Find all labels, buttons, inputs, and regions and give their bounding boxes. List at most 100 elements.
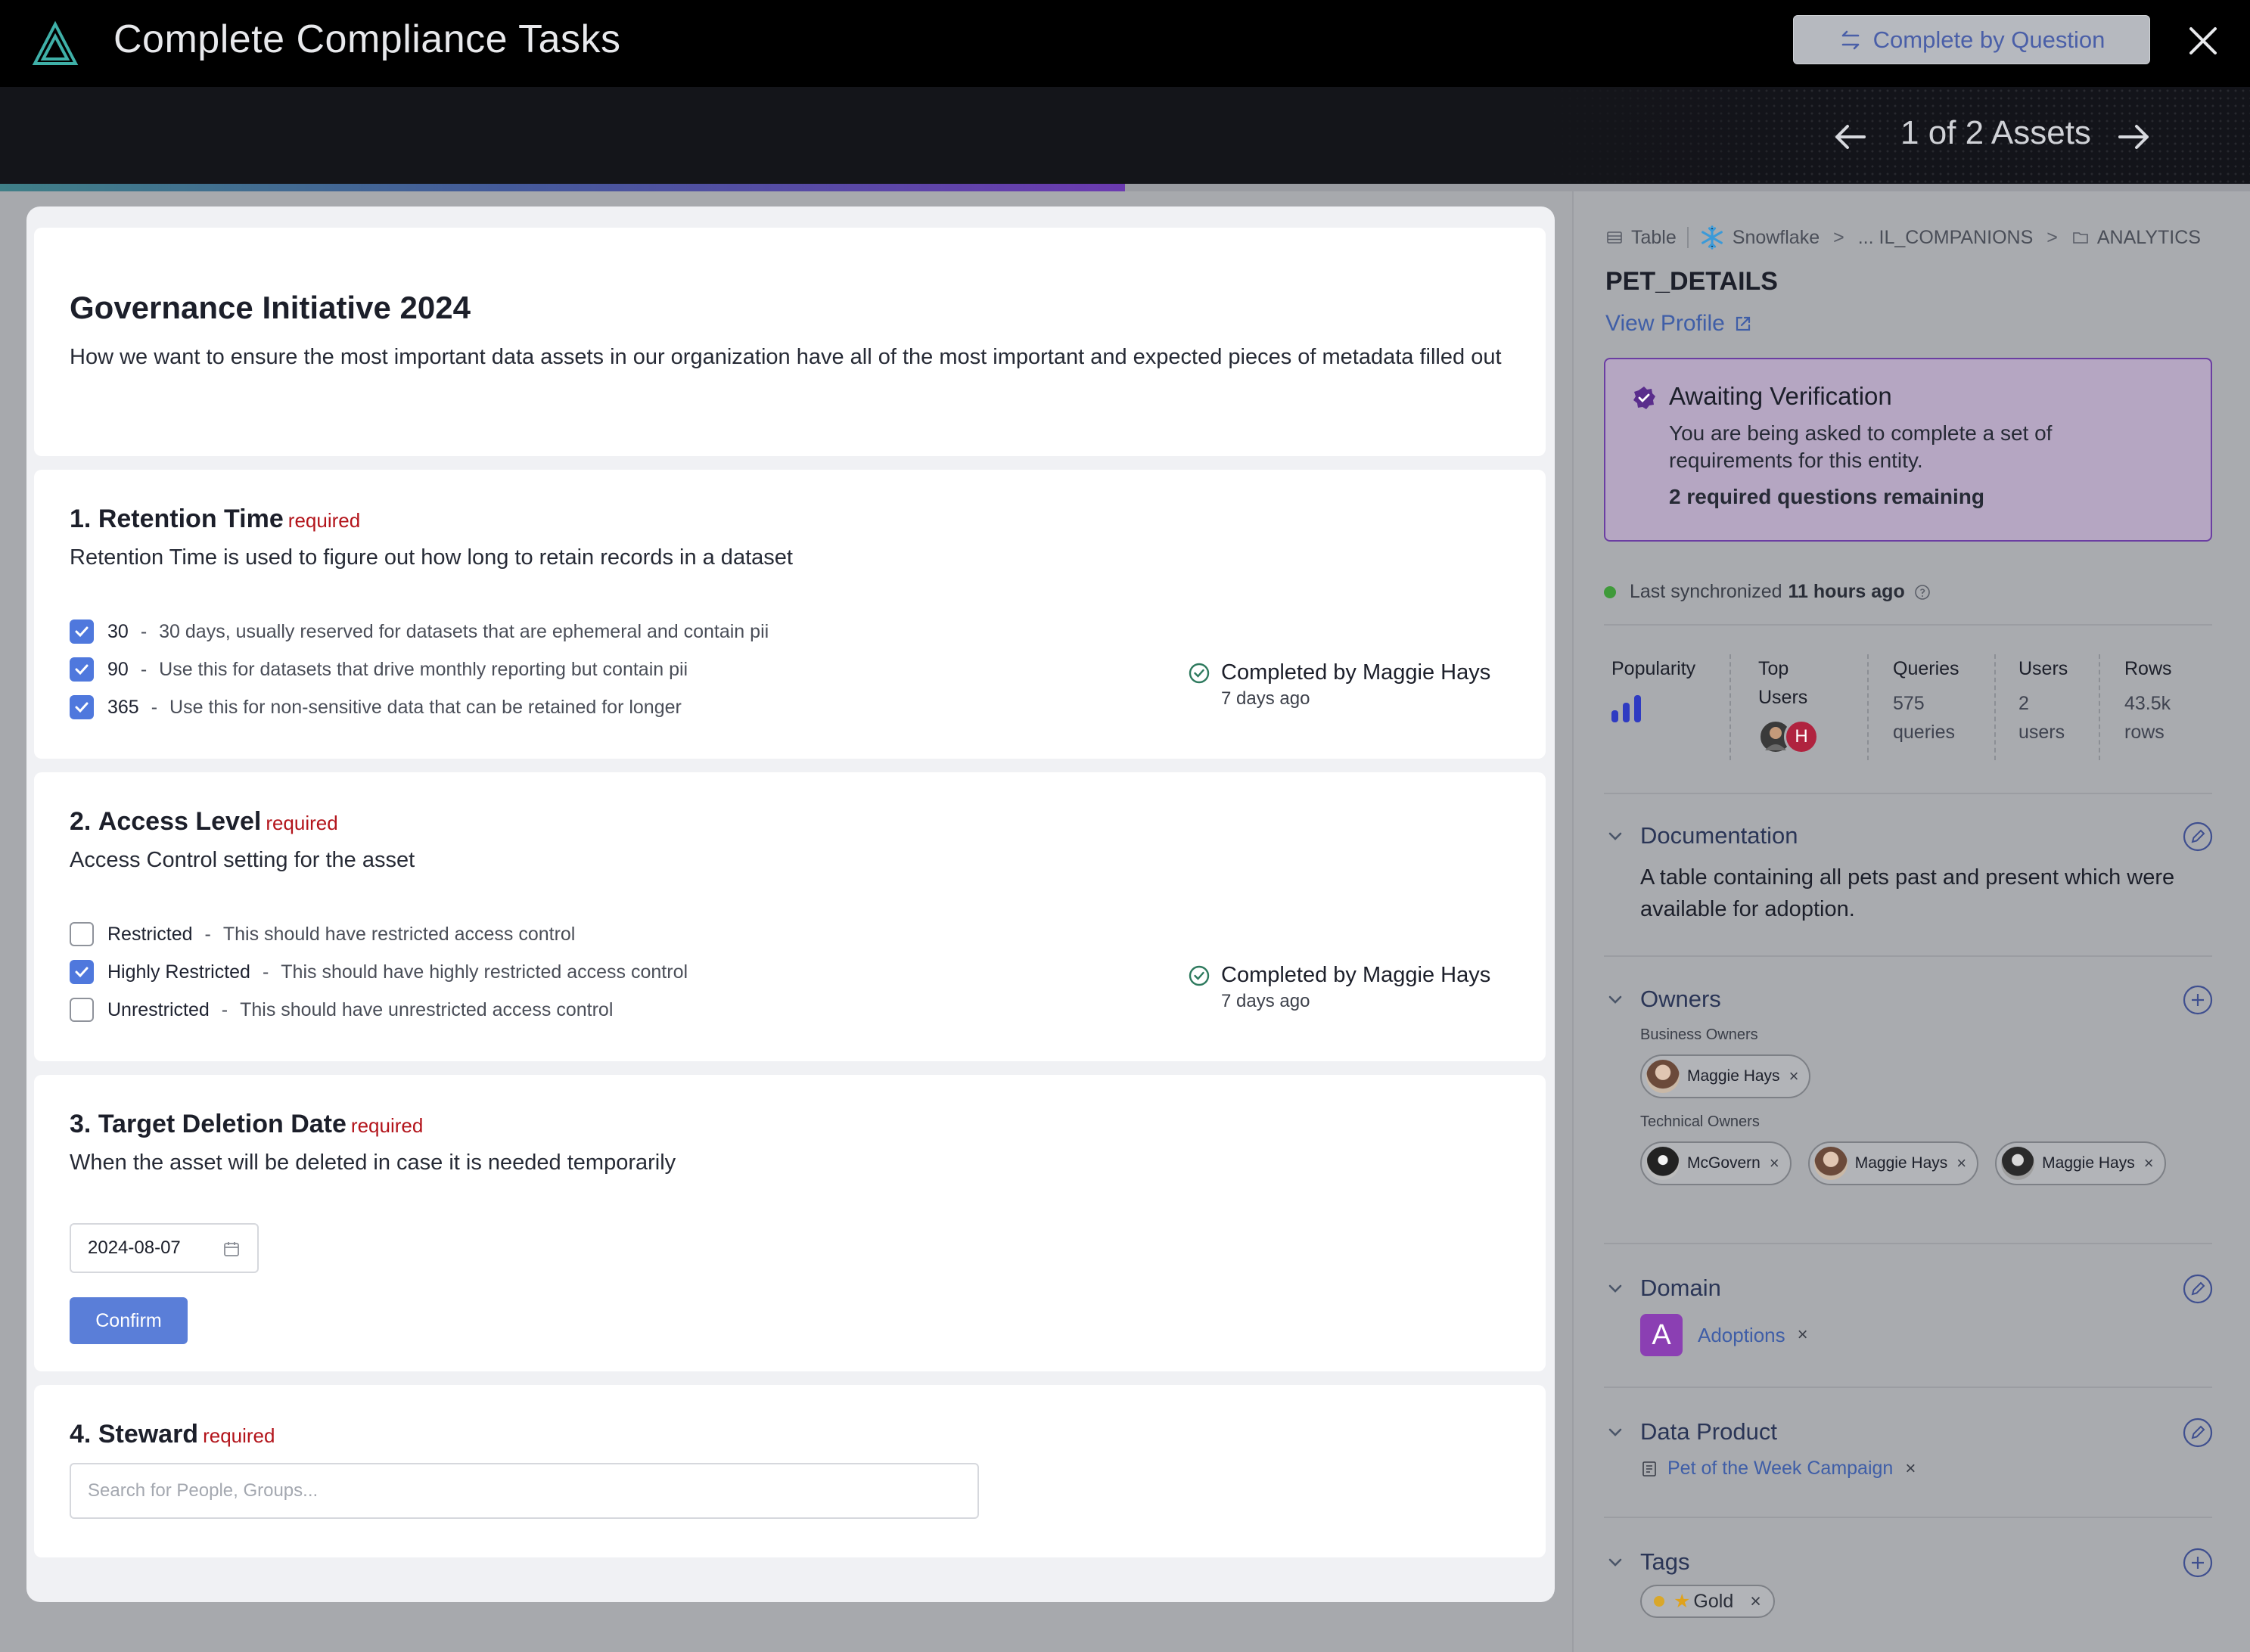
- calendar-icon[interactable]: [222, 1240, 241, 1258]
- verification-title: Awaiting Verification: [1669, 382, 1892, 410]
- chevron-down-icon[interactable]: [1605, 1422, 1625, 1442]
- progress-fill: [0, 184, 1125, 191]
- remove-icon[interactable]: ×: [1798, 1324, 1808, 1346]
- breadcrumb-platform[interactable]: Snowflake: [1733, 227, 1820, 249]
- breadcrumb-type: Table: [1631, 226, 1677, 248]
- breadcrumb-path1[interactable]: ... IL_COMPANIONS: [1858, 227, 2034, 249]
- business-owners-list: Maggie Hays ×: [1640, 1054, 2214, 1098]
- documentation-text: A table containing all pets past and pre…: [1640, 865, 2175, 921]
- option-365[interactable]: 365- Use this for non-sensitive data that…: [70, 695, 682, 719]
- snowflake-icon: [1701, 225, 1723, 250]
- checkbox-checked[interactable]: [70, 695, 94, 719]
- folder-icon: [2073, 232, 2088, 244]
- asset-name: PET_DETAILS: [1605, 267, 1778, 296]
- top-bar: Complete Compliance Tasks Complete by Qu…: [0, 0, 2250, 87]
- complete-by-question-button[interactable]: Complete by Question: [1793, 15, 2150, 64]
- domain-section: Domain A Adoptions ×: [1605, 1273, 2214, 1356]
- remove-icon[interactable]: ×: [1956, 1154, 1966, 1173]
- checkbox-checked[interactable]: [70, 657, 94, 682]
- domain-badge: A: [1640, 1314, 1683, 1356]
- question-steward: 4. Steward required: [34, 1385, 1546, 1557]
- technical-owners-list: McGovern × Maggie Hays × Maggie Hays ×: [1640, 1141, 2214, 1185]
- option-highly-restricted[interactable]: Highly Restricted - This should have highl…: [70, 960, 688, 984]
- steward-search-input[interactable]: [70, 1463, 979, 1519]
- star-icon: ★: [1674, 1591, 1691, 1612]
- stat-top-users: Top Users H: [1758, 654, 1834, 768]
- option-30[interactable]: 30-30 days, usually reserved for dataset…: [70, 620, 769, 644]
- view-profile-link[interactable]: View Profile: [1605, 311, 1754, 337]
- initiative-description: How we want to ensure the most important…: [70, 345, 1502, 369]
- check-icon: [75, 702, 89, 713]
- help-icon[interactable]: [1914, 584, 1931, 601]
- tag-label: Gold: [1693, 1590, 1734, 1612]
- breadcrumb-path2[interactable]: ANALYTICS: [2097, 227, 2201, 249]
- chevron-down-icon[interactable]: [1605, 1552, 1625, 1572]
- chevron-down-icon[interactable]: [1605, 989, 1625, 1009]
- avatar: [1646, 1147, 1680, 1180]
- checkbox-unchecked[interactable]: [70, 922, 94, 946]
- initiative-section: Governance Initiative 2024 How we want t…: [34, 228, 1546, 456]
- completed-status: Completed by Maggie Hays 7 days ago: [1188, 963, 1490, 1012]
- remove-icon[interactable]: ×: [2144, 1154, 2154, 1173]
- check-icon: [75, 967, 89, 978]
- data-product-chip[interactable]: Pet of the Week Campaign ×: [1640, 1458, 2214, 1480]
- owner-chip[interactable]: McGovern ×: [1640, 1141, 1792, 1185]
- owner-chip[interactable]: Maggie Hays ×: [1640, 1054, 1811, 1098]
- domain-name[interactable]: Adoptions: [1698, 1324, 1785, 1347]
- remove-icon[interactable]: ×: [1789, 1067, 1799, 1086]
- chevron-down-icon[interactable]: [1605, 826, 1625, 846]
- remove-icon[interactable]: ×: [1770, 1154, 1779, 1173]
- add-icon[interactable]: [2182, 1547, 2214, 1579]
- tag-chip[interactable]: ★ Gold ×: [1640, 1585, 1775, 1618]
- table-icon: [1607, 231, 1622, 244]
- check-icon: [75, 626, 89, 638]
- edit-icon[interactable]: [2182, 821, 2214, 852]
- option-restricted[interactable]: Restricted - This should have restricted a…: [70, 922, 575, 946]
- remove-icon[interactable]: ×: [1905, 1458, 1916, 1480]
- required-label: required: [203, 1424, 275, 1447]
- owners-title: Owners: [1640, 986, 1721, 1012]
- verified-badge-icon: [1633, 387, 1655, 409]
- question-description: Retention Time is used to figure out how…: [70, 545, 793, 570]
- documentation-title: Documentation: [1640, 822, 1798, 849]
- stat-users: Users 2 users: [2018, 658, 2068, 743]
- checkbox-checked[interactable]: [70, 960, 94, 984]
- date-input[interactable]: 2024-08-07: [70, 1223, 259, 1273]
- question-retention-time: 1. Retention Time required Retention Time…: [34, 470, 1546, 759]
- asset-sidebar: Table Snowflake > ... IL_COMPANIONS > AN…: [1572, 191, 2250, 1652]
- arrow-left-icon[interactable]: [1829, 116, 1872, 158]
- question-title: 3. Target Deletion Date required: [70, 1110, 424, 1138]
- edit-icon[interactable]: [2182, 1417, 2214, 1449]
- option-unrestricted[interactable]: Unrestricted - This should have unrestrict…: [70, 998, 613, 1022]
- tags-title: Tags: [1640, 1548, 1690, 1575]
- question-title: 1. Retention Time required: [70, 505, 361, 533]
- page-title: Complete Compliance Tasks: [113, 17, 621, 61]
- edit-icon[interactable]: [2182, 1273, 2214, 1305]
- add-icon[interactable]: [2182, 984, 2214, 1016]
- stat-queries: Queries 575 queries: [1893, 658, 1959, 743]
- top-users-avatars[interactable]: H: [1758, 719, 1834, 754]
- owner-chip[interactable]: Maggie Hays ×: [1807, 1141, 1979, 1185]
- avatar: [1813, 1147, 1848, 1180]
- arrow-right-icon[interactable]: [2112, 116, 2155, 158]
- asset-stats: Popularity Top Users H Queries 575 queri…: [1611, 654, 2217, 768]
- complete-by-question-label: Complete by Question: [1872, 26, 2105, 53]
- tag-color-dot: [1654, 1596, 1664, 1607]
- required-label: required: [287, 509, 361, 532]
- owner-chip[interactable]: Maggie Hays ×: [1995, 1141, 2166, 1185]
- checkbox-unchecked[interactable]: [70, 998, 94, 1022]
- confirm-button[interactable]: Confirm: [70, 1297, 188, 1344]
- question-description: When the asset will be deleted in case i…: [70, 1150, 676, 1175]
- check-circle-icon: [1189, 663, 1210, 683]
- tags-section: Tags ★ Gold ×: [1605, 1548, 2214, 1618]
- avatar[interactable]: H: [1784, 719, 1819, 754]
- chevron-down-icon[interactable]: [1605, 1278, 1625, 1298]
- domain-chip[interactable]: A Adoptions ×: [1640, 1314, 2214, 1356]
- data-product-name[interactable]: Pet of the Week Campaign: [1667, 1458, 1893, 1480]
- remove-icon[interactable]: ×: [1750, 1591, 1761, 1613]
- option-90[interactable]: 90- Use this for datasets that drive mont…: [70, 657, 688, 682]
- avatar: [2001, 1147, 2035, 1180]
- required-label: required: [266, 812, 338, 834]
- checkbox-checked[interactable]: [70, 620, 94, 644]
- close-icon[interactable]: [2180, 18, 2226, 64]
